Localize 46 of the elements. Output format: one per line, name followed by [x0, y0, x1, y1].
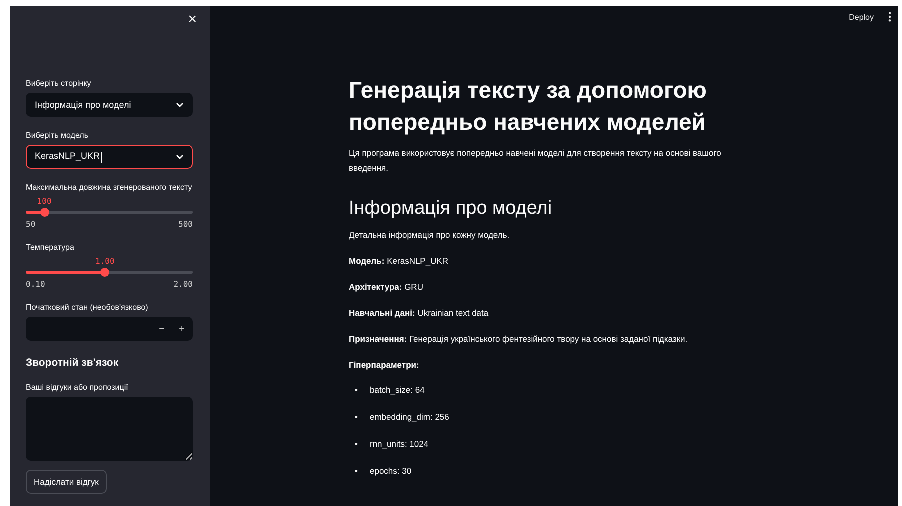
number-field[interactable]: − + [26, 317, 193, 341]
detail-text: Модель: KerasNLP_UKR [349, 255, 450, 268]
increment-button[interactable]: + [173, 324, 191, 334]
slider-thumb[interactable] [100, 268, 110, 277]
section-title: Інформація про моделі [349, 198, 554, 220]
param-item: embedding_dim: 256 [370, 411, 450, 424]
slider-max: 2.00 [174, 280, 193, 289]
bullet: • [355, 384, 358, 397]
slider-track[interactable] [26, 271, 193, 274]
send-button[interactable]: Надіслати відгук [26, 470, 107, 494]
slider-value: 1.00 [96, 257, 115, 266]
slider-min: 50 [26, 220, 36, 229]
slider-max: 500 [178, 220, 193, 229]
detail-text: Архітектура: GRU [349, 281, 424, 294]
bullet: • [355, 438, 358, 451]
close-button[interactable]: × [188, 12, 197, 27]
field-label: Початковий стан (необов'язково) [26, 303, 150, 312]
slider-track[interactable] [26, 211, 193, 214]
feedback-field[interactable] [26, 397, 193, 461]
bullet: • [355, 411, 358, 424]
slider-label: Максимальна довжина згенерованого тексту [26, 183, 193, 192]
slider-min: 0.10 [26, 280, 46, 289]
param-item: rnn_units: 1024 [370, 438, 429, 451]
intro-text: Ця програма використовує попередньо навчені моделі для створення тексту на основі вашого введення. [349, 147, 722, 175]
slider-value: 100 [37, 197, 52, 206]
bullet: • [355, 465, 358, 478]
deploy-button[interactable]: Deploy [849, 12, 874, 22]
chevron-down-icon [176, 154, 184, 160]
params-heading: Гіперпараметри: [349, 359, 420, 372]
section-heading: Зворотній зв'язок [26, 357, 120, 369]
slider-label: Температура [26, 243, 76, 252]
field-label: Виберіть модель [26, 131, 90, 140]
param-item: epochs: 30 [370, 465, 412, 478]
select-field[interactable]: Інформація про моделі [26, 93, 193, 117]
slider-thumb[interactable] [40, 208, 50, 217]
detail-text: Призначення: Генерація українського фентезійного твору на основі заданої підказки. [349, 333, 689, 346]
field-label: Ваші відгуки або пропозиції [26, 383, 130, 392]
param-item: batch_size: 64 [370, 384, 425, 397]
menu-icon[interactable] [888, 12, 892, 22]
field-label: Виберіть сторінку [26, 79, 92, 88]
select-field[interactable]: KerasNLP_UKR [26, 145, 193, 169]
section-intro: Детальна інформація про кожну модель. [349, 229, 511, 242]
decrement-button[interactable]: − [153, 324, 171, 334]
page-title: Генерація тексту за допомогою попередньо навчених моделей [349, 76, 708, 137]
chevron-down-icon [176, 102, 184, 108]
detail-text: Навчальні дані: Ukrainian text data [349, 307, 490, 320]
